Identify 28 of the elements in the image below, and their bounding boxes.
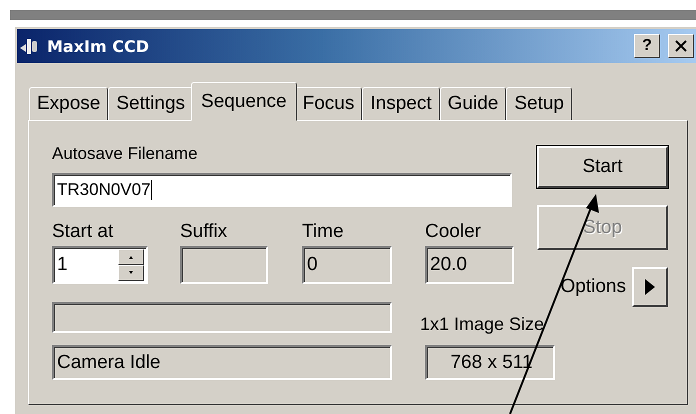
- number-spinner[interactable]: 1: [52, 246, 148, 284]
- field-label: 1x1 Image Size: [420, 314, 546, 335]
- tab[interactable]: Settings: [108, 87, 194, 120]
- field-label: Cooler: [425, 221, 482, 243]
- window-title: MaxIm CCD: [47, 36, 149, 56]
- tab[interactable]: Expose: [29, 87, 108, 120]
- filename-field[interactable]: TR30N0V07: [52, 173, 512, 207]
- field-label: Start at: [52, 221, 114, 243]
- close-icon: [674, 40, 688, 52]
- start-button[interactable]: Start: [537, 146, 668, 188]
- options-button[interactable]: [632, 267, 668, 307]
- tab[interactable]: Inspect: [362, 87, 440, 120]
- field-label: Autosave Filename: [52, 144, 199, 164]
- tab[interactable]: Sequence: [191, 82, 297, 121]
- readonly-field: 0: [302, 246, 392, 284]
- options-label: Options: [560, 276, 626, 298]
- field-label: Suffix: [180, 221, 228, 243]
- readonly-field: 20.0: [425, 246, 514, 284]
- status-field: Camera Idle: [52, 345, 392, 380]
- field-label: Time: [302, 221, 345, 243]
- close-button[interactable]: [668, 34, 694, 58]
- tab[interactable]: Focus: [294, 87, 362, 120]
- tab[interactable]: Setup: [506, 87, 572, 120]
- spin-down-icon[interactable]: [118, 265, 144, 281]
- play-arrow-icon: [644, 278, 656, 296]
- tab[interactable]: Guide: [440, 87, 506, 120]
- help-button[interactable]: ?: [634, 34, 660, 58]
- spin-up-icon[interactable]: [118, 249, 144, 265]
